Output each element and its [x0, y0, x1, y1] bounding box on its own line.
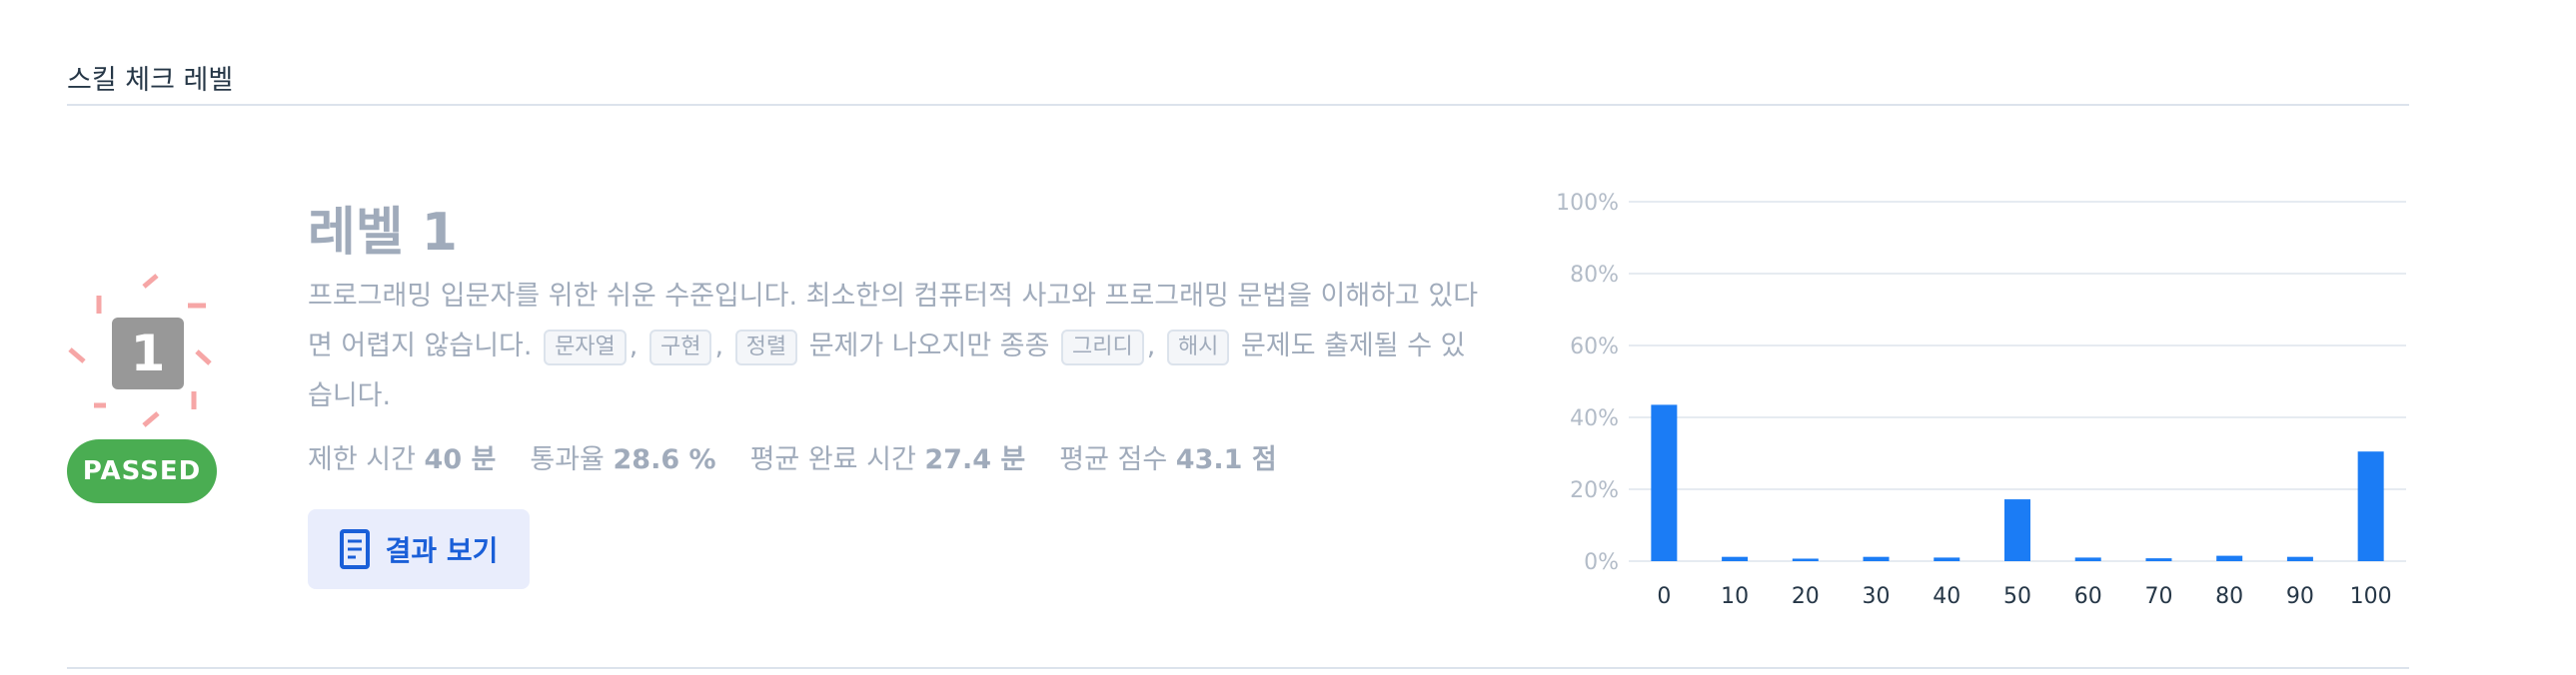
bar-100[interactable] — [2357, 451, 2384, 561]
level-title: 레벨 1 — [308, 203, 458, 263]
y-tick-label: 60% — [1570, 335, 1619, 359]
bar-80[interactable] — [2216, 555, 2243, 561]
y-tick-label: 0% — [1584, 550, 1619, 575]
avg-time-stat: 평균 완료 시간 27.4 분 — [749, 444, 1026, 475]
section-title: 스킬 체크 레벨 — [67, 65, 234, 96]
y-tick-label: 100% — [1556, 191, 1619, 216]
bar-90[interactable] — [2286, 556, 2313, 561]
level-stats: 제한 시간 40 분 통과율 28.6 % 평균 완료 시간 27.4 분 평균… — [308, 437, 1277, 476]
x-tick-label: 100 — [2350, 584, 2392, 609]
tag-implementation: 구현 — [648, 329, 712, 365]
x-tick-label: 10 — [1721, 584, 1749, 609]
level-description: 프로그래밍 입문자를 위한 쉬운 수준입니다. 최소한의 컴퓨터적 사고와 프로… — [308, 281, 1479, 411]
x-tick-label: 40 — [1932, 584, 1960, 609]
bar-50[interactable] — [2004, 499, 2030, 561]
pass-rate-stat: 통과율 28.6 % — [530, 444, 716, 475]
bar-40[interactable] — [1933, 557, 1960, 561]
bar-70[interactable] — [2145, 558, 2172, 561]
tag-hash: 해시 — [1166, 329, 1230, 365]
x-tick-label: 20 — [1792, 584, 1820, 609]
bar-30[interactable] — [1863, 556, 1890, 561]
x-tick-label: 0 — [1657, 584, 1671, 609]
y-tick-label: 80% — [1570, 263, 1619, 288]
section-divider — [67, 667, 2409, 669]
passed-badge: PASSED — [67, 439, 217, 503]
x-tick-label: 60 — [2074, 584, 2102, 609]
bar-0[interactable] — [1651, 404, 1678, 561]
avg-score-stat: 평균 점수 43.1 점 — [1059, 444, 1277, 475]
bar-20[interactable] — [1792, 558, 1819, 561]
x-tick-label: 80 — [2215, 584, 2243, 609]
bar-60[interactable] — [2074, 557, 2101, 561]
description-text: 문제가 나오지만 종종 — [808, 331, 1050, 361]
document-icon — [339, 529, 370, 569]
x-tick-label: 50 — [2003, 584, 2031, 609]
level-number-box: 1 — [112, 318, 184, 389]
score-distribution-chart: 0% 20% 40% 60% 80% 100% 0 10 20 30 40 50 60 70 80 90 100 — [1556, 191, 2406, 609]
level-badge: 1 — [64, 274, 234, 443]
y-tick-label: 20% — [1570, 478, 1619, 503]
tag-greedy: 그리디 — [1061, 329, 1144, 365]
y-tick-label: 40% — [1570, 406, 1619, 431]
x-tick-label: 30 — [1863, 584, 1891, 609]
bar-10[interactable] — [1722, 556, 1749, 561]
view-result-label: 결과 보기 — [385, 534, 499, 567]
view-result-button[interactable]: 결과 보기 — [308, 509, 530, 589]
x-tick-label: 90 — [2286, 584, 2314, 609]
tag-string: 문자열 — [544, 329, 627, 365]
time-limit-stat: 제한 시간 40 분 — [308, 444, 497, 475]
x-tick-label: 70 — [2144, 584, 2172, 609]
tag-sort: 정렬 — [734, 329, 798, 365]
section-divider — [67, 104, 2409, 106]
